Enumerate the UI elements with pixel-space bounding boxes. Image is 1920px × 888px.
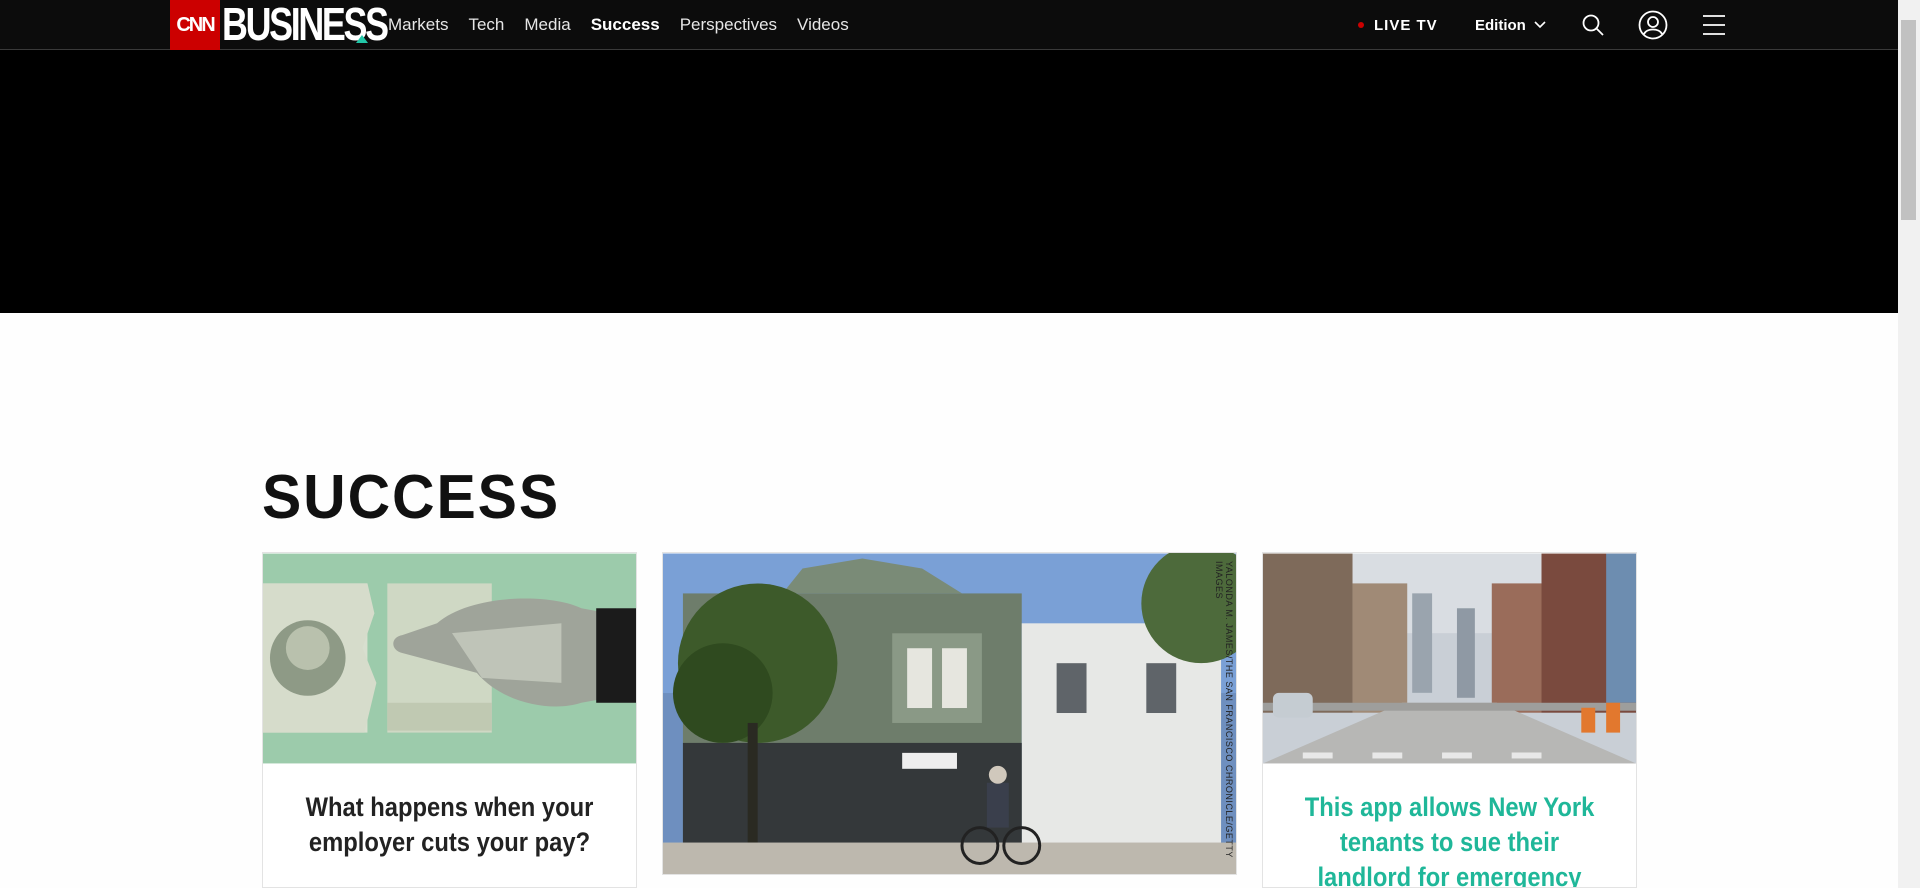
empty-new-york-street-photo: [1263, 553, 1636, 764]
edition-dropdown[interactable]: Edition: [1475, 0, 1546, 50]
nav-item-videos[interactable]: Videos: [797, 15, 849, 35]
menu-icon: [1703, 15, 1725, 35]
account-button[interactable]: [1636, 0, 1670, 50]
torn-dollar-bill-illustration: [263, 553, 636, 764]
card-headline[interactable]: This app allows New York tenants to sue …: [1303, 790, 1596, 887]
menu-button[interactable]: [1697, 0, 1731, 50]
search-button[interactable]: [1576, 0, 1610, 50]
logo-triangle-icon: [356, 35, 368, 43]
nav-item-tech[interactable]: Tech: [468, 15, 504, 35]
nav-item-media[interactable]: Media: [524, 15, 570, 35]
nav-item-markets[interactable]: Markets: [388, 15, 448, 35]
edition-label: Edition: [1475, 16, 1526, 34]
article-card[interactable]: What happens when your employer cuts you…: [262, 552, 637, 888]
chevron-down-icon: [1534, 21, 1546, 29]
section-title: SUCCESS: [262, 463, 561, 532]
street-building-cyclist-photo: [663, 553, 1236, 874]
search-icon: [1582, 14, 1604, 36]
live-tv-link[interactable]: LIVE TV: [1358, 0, 1438, 50]
section-nav: Markets Tech Media Success Perspectives …: [388, 0, 869, 50]
nav-item-perspectives[interactable]: Perspectives: [680, 15, 777, 35]
top-navigation-bar: CNN BUSINESS Markets Tech Media Success …: [0, 0, 1898, 50]
cnn-logo[interactable]: CNN: [170, 0, 220, 50]
article-card[interactable]: This app allows New York tenants to sue …: [1262, 552, 1637, 888]
page-scrollbar[interactable]: [1898, 0, 1920, 888]
live-dot-icon: [1358, 22, 1364, 28]
card-headline[interactable]: What happens when your employer cuts you…: [303, 790, 596, 860]
live-tv-label: LIVE TV: [1374, 16, 1438, 34]
photo-credit: YALONDA M. JAMES/THE SAN FRANCISCO CHRON…: [1214, 561, 1234, 858]
nav-item-success[interactable]: Success: [591, 15, 660, 35]
hero-banner: [0, 50, 1898, 313]
article-card[interactable]: YALONDA M. JAMES/THE SAN FRANCISCO CHRON…: [662, 552, 1237, 875]
scrollbar-thumb[interactable]: [1901, 20, 1916, 220]
account-icon: [1638, 10, 1668, 40]
